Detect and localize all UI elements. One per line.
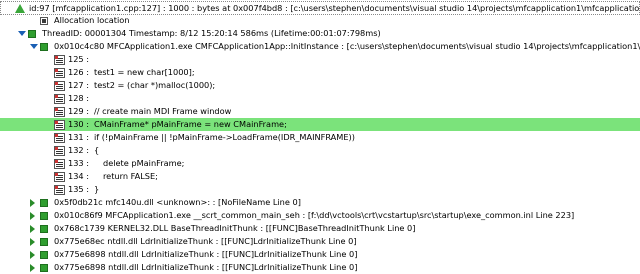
source-code-text: delete pMainFrame; <box>103 158 185 168</box>
expand-right-icon[interactable] <box>30 196 35 209</box>
thread-icon <box>28 27 36 40</box>
source-line-icon <box>54 92 65 105</box>
expand-right-icon[interactable] <box>30 235 35 248</box>
line-number: 125 : <box>68 54 89 64</box>
source-line-row[interactable]: 127 : test2 = (char *)malloc(1000); <box>0 79 640 92</box>
source-code-text: return FALSE; <box>103 171 158 181</box>
stack-frame-icon <box>40 40 48 53</box>
source-line-row[interactable]: 126 : test1 = new char[1000]; <box>0 66 640 79</box>
source-line-icon <box>54 183 65 196</box>
source-line-icon <box>54 79 65 92</box>
source-line-row[interactable]: 133 : delete pMainFrame; <box>0 157 640 170</box>
tree-row[interactable]: 0x010c4c80 MFCApplication1.exe CMFCAppli… <box>0 40 640 53</box>
stack-frame-icon <box>40 261 48 274</box>
row-label: 0x768c1739 KERNEL32.DLL BaseThreadInitTh… <box>54 223 416 233</box>
expand-right-icon[interactable] <box>30 222 35 235</box>
source-code-text: test1 = new char[1000]; <box>94 67 195 77</box>
source-line-row[interactable]: 125 : <box>0 53 640 66</box>
source-line-row[interactable]: 132 : { <box>0 144 640 157</box>
source-line-row[interactable]: 128 : <box>0 92 640 105</box>
line-number: 129 : <box>68 106 89 116</box>
source-line-icon <box>54 105 65 118</box>
callstack-tree: id:97 [mfcapplication1.cpp:127] : 1000 :… <box>0 0 640 272</box>
source-code-text: test2 = (char *)malloc(1000); <box>94 80 216 90</box>
row-label: 0x010c86f9 MFCApplication1.exe __scrt_co… <box>54 210 575 220</box>
line-number: 133 : <box>68 158 89 168</box>
source-code-text: CMainFrame* pMainFrame = new CMainFrame; <box>94 119 287 129</box>
tree-row[interactable]: 0x775e6898 ntdll.dll LdrInitializeThunk … <box>0 261 640 274</box>
leak-entry-row[interactable]: id:97 [mfcapplication1.cpp:127] : 1000 :… <box>0 1 640 15</box>
row-label: 0x775e68ec ntdll.dll LdrInitializeThunk … <box>54 236 357 246</box>
source-line-row[interactable]: 134 : return FALSE; <box>0 170 640 183</box>
expand-down-icon[interactable] <box>30 40 38 53</box>
line-number: 131 : <box>68 132 89 142</box>
source-line-icon <box>54 66 65 79</box>
row-label: ThreadID: 00001304 Timestamp: 8/12 15:20… <box>42 28 381 38</box>
source-code-text: } <box>94 184 100 194</box>
source-line-icon <box>54 170 65 183</box>
line-number: 135 : <box>68 184 89 194</box>
expand-right-icon[interactable] <box>30 248 35 261</box>
stack-frame-icon <box>40 196 48 209</box>
line-number: 127 : <box>68 80 89 90</box>
row-label: 0x775e6898 ntdll.dll LdrInitializeThunk … <box>54 249 358 259</box>
line-number: 130 : <box>68 119 89 129</box>
source-line-icon <box>54 144 65 157</box>
stack-frame-icon <box>40 222 48 235</box>
source-line-icon <box>54 118 65 131</box>
source-line-row[interactable]: 135 :} <box>0 183 640 196</box>
line-number: 126 : <box>68 67 89 77</box>
expand-right-icon[interactable] <box>30 209 35 222</box>
stack-frame-icon <box>40 235 48 248</box>
info-box-icon <box>40 14 48 27</box>
stack-frame-icon <box>40 209 48 222</box>
tree-row[interactable]: 0x010c86f9 MFCApplication1.exe __scrt_co… <box>0 209 640 222</box>
source-line-row[interactable]: 130 : CMainFrame* pMainFrame = new CMainF… <box>0 118 640 131</box>
tree-row[interactable]: 0x775e6898 ntdll.dll LdrInitializeThunk … <box>0 248 640 261</box>
row-label: 0x5f0db21c mfc140u.dll <unknown>: : [NoF… <box>54 197 301 207</box>
row-label: Allocation location <box>54 15 130 25</box>
source-line-icon <box>54 131 65 144</box>
source-line-row[interactable]: 129 : // create main MDI Frame window <box>0 105 640 118</box>
expand-right-icon[interactable] <box>30 261 35 274</box>
source-line-row[interactable]: 131 : if (!pMainFrame || !pMainFrame->Loa… <box>0 131 640 144</box>
expand-down-icon[interactable] <box>18 27 26 40</box>
tree-row[interactable]: 0x768c1739 KERNEL32.DLL BaseThreadInitTh… <box>0 222 640 235</box>
stack-frame-icon <box>40 248 48 261</box>
line-number: 128 : <box>68 93 89 103</box>
tree-row[interactable]: Allocation location <box>0 14 640 27</box>
source-line-icon <box>54 53 65 66</box>
tree-row[interactable]: 0x775e68ec ntdll.dll LdrInitializeThunk … <box>0 235 640 248</box>
row-label: 0x010c4c80 MFCApplication1.exe CMFCAppli… <box>54 41 640 51</box>
row-label: 0x775e6898 ntdll.dll LdrInitializeThunk … <box>54 262 358 272</box>
source-line-icon <box>54 157 65 170</box>
tree-row[interactable]: ThreadID: 00001304 Timestamp: 8/12 15:20… <box>0 27 640 40</box>
tree-row[interactable]: 0x5f0db21c mfc140u.dll <unknown>: : [NoF… <box>0 196 640 209</box>
source-code-text: { <box>94 145 100 155</box>
line-number: 134 : <box>68 171 89 181</box>
source-code-text: // create main MDI Frame window <box>94 106 232 116</box>
source-code-text: if (!pMainFrame || !pMainFrame->LoadFram… <box>94 132 355 142</box>
line-number: 132 : <box>68 145 89 155</box>
